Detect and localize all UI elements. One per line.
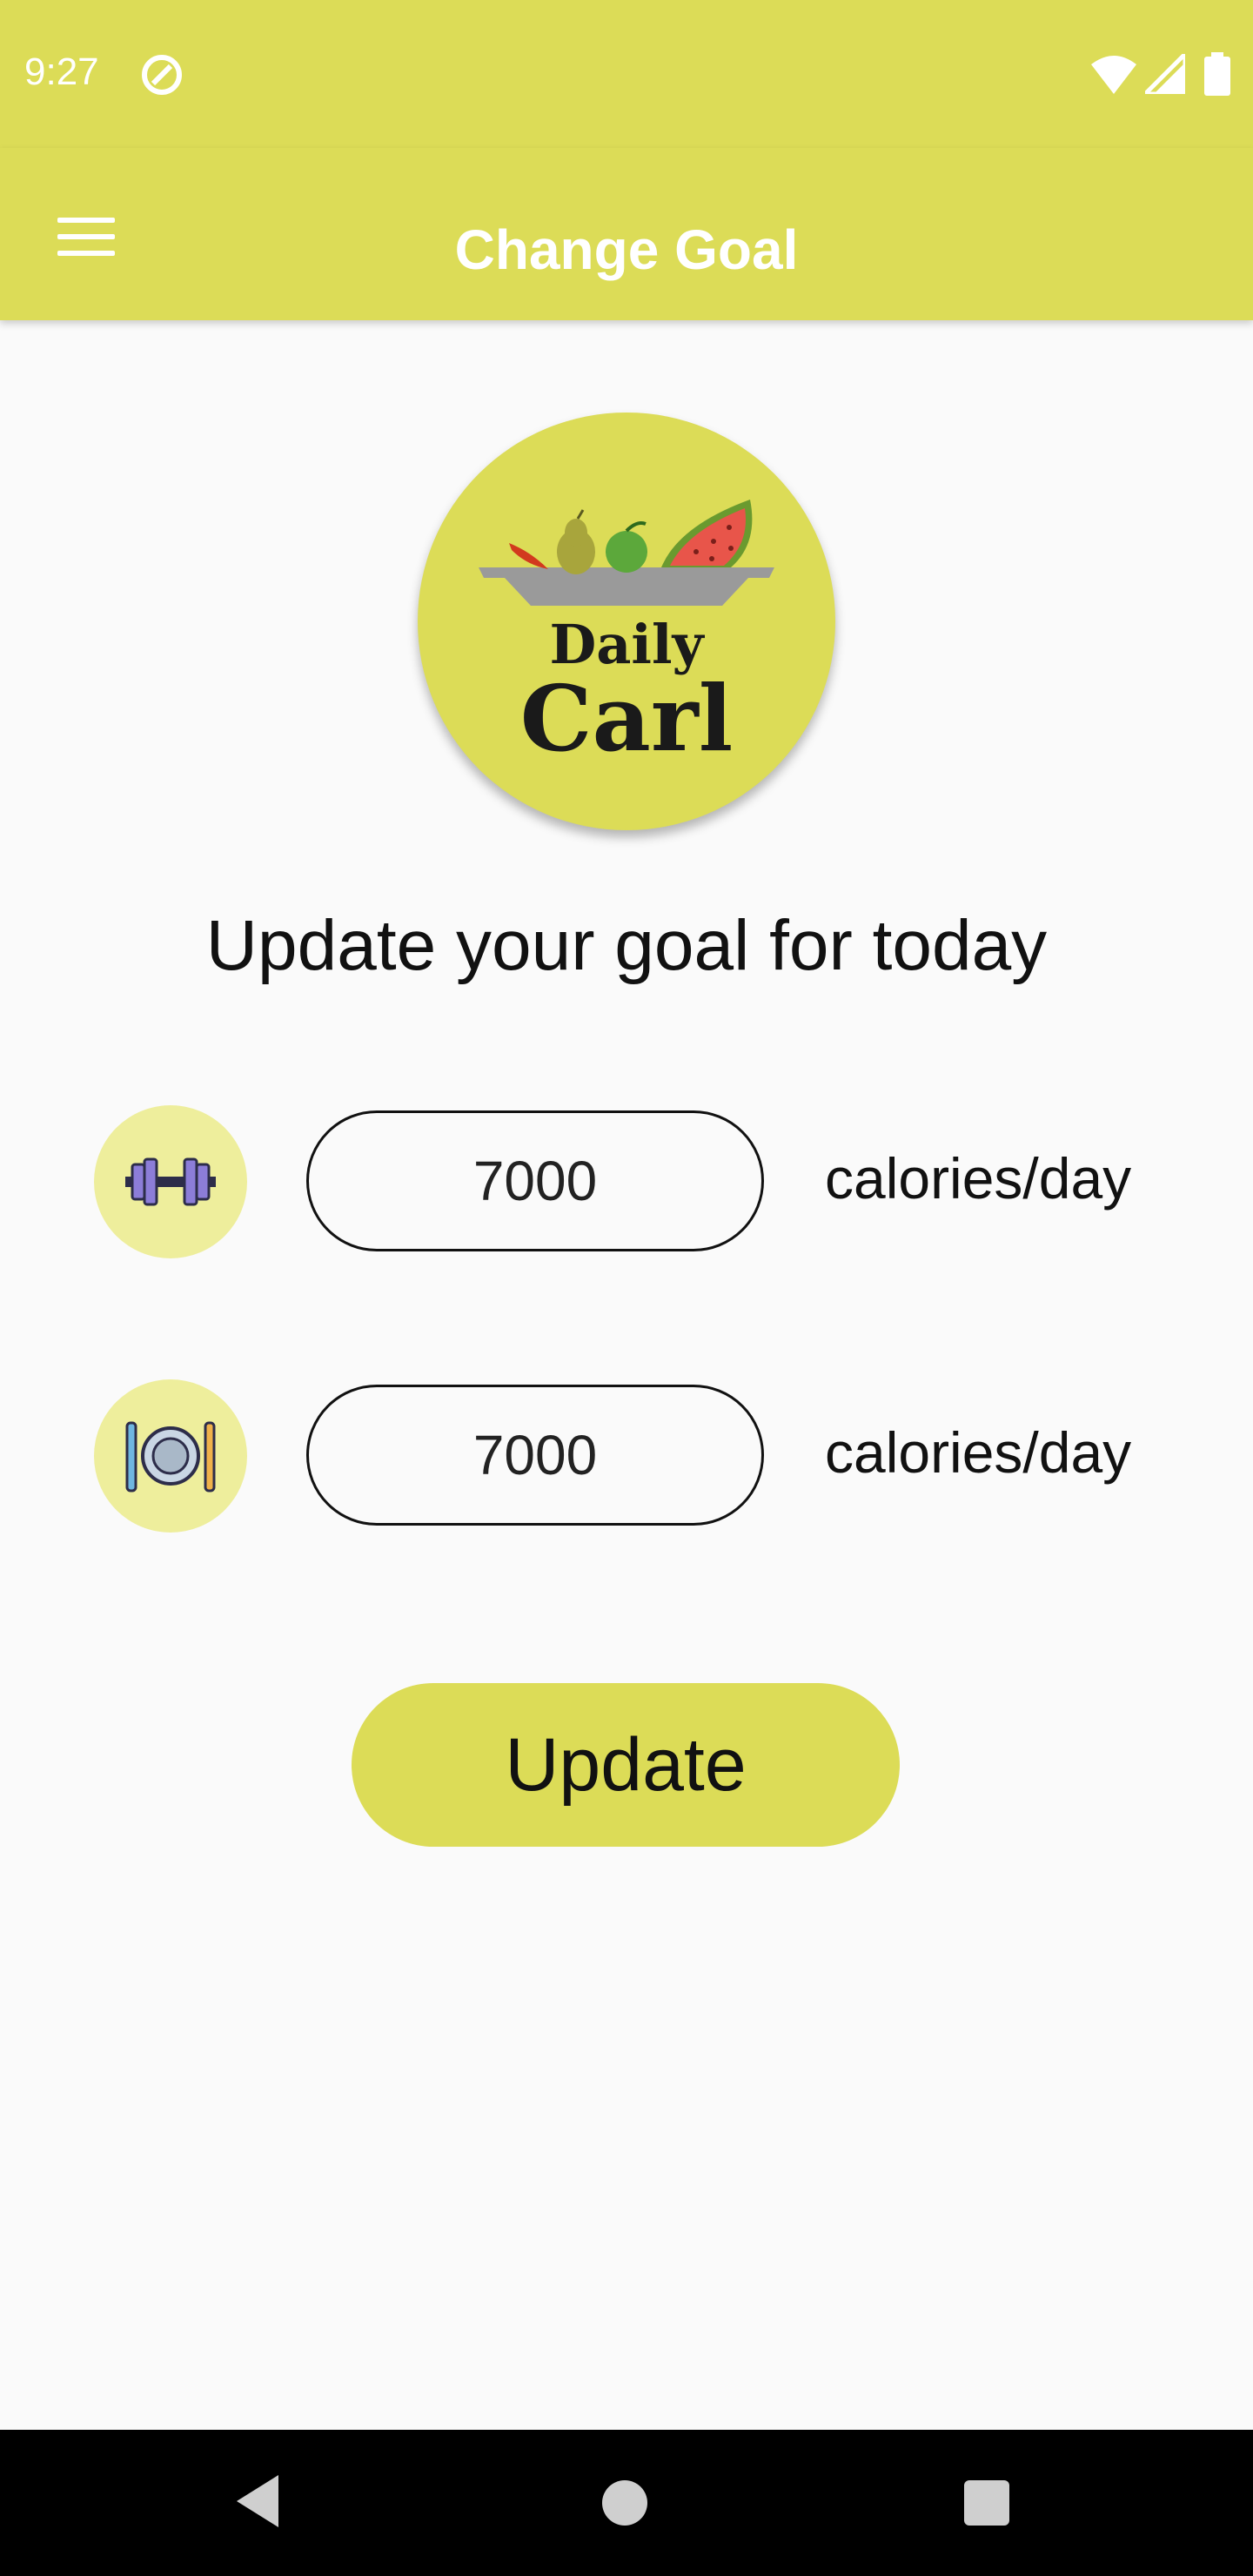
app-bar: Change Goal xyxy=(0,148,1253,320)
unit-label: calories/day xyxy=(825,1146,1132,1211)
exercise-calories-input[interactable] xyxy=(306,1110,764,1251)
sync-icon xyxy=(142,55,182,95)
status-bar: 9:27 xyxy=(0,0,1253,148)
system-nav-bar xyxy=(0,2430,1253,2576)
exercise-goal-row: calories/day xyxy=(0,1105,1253,1262)
page-title: Change Goal xyxy=(454,218,799,281)
daily-carl-logo: Daily Carl xyxy=(418,413,835,830)
food-goal-row: calories/day xyxy=(0,1379,1253,1536)
update-button[interactable]: Update xyxy=(352,1683,900,1847)
food-calories-input[interactable] xyxy=(306,1385,764,1526)
status-time: 9:27 xyxy=(24,50,99,93)
recents-icon[interactable] xyxy=(964,2480,1009,2526)
plate-cutlery-icon xyxy=(94,1379,247,1533)
page-heading: Update your goal for today xyxy=(205,906,1048,985)
logo-text-carl: Carl xyxy=(519,665,734,772)
signal-icon xyxy=(1145,54,1185,94)
wifi-icon xyxy=(1091,56,1136,94)
home-icon[interactable] xyxy=(602,2480,647,2526)
dumbbell-icon xyxy=(94,1105,247,1258)
back-icon[interactable] xyxy=(235,2473,280,2529)
unit-label: calories/day xyxy=(825,1420,1132,1485)
battery-icon xyxy=(1204,52,1230,96)
